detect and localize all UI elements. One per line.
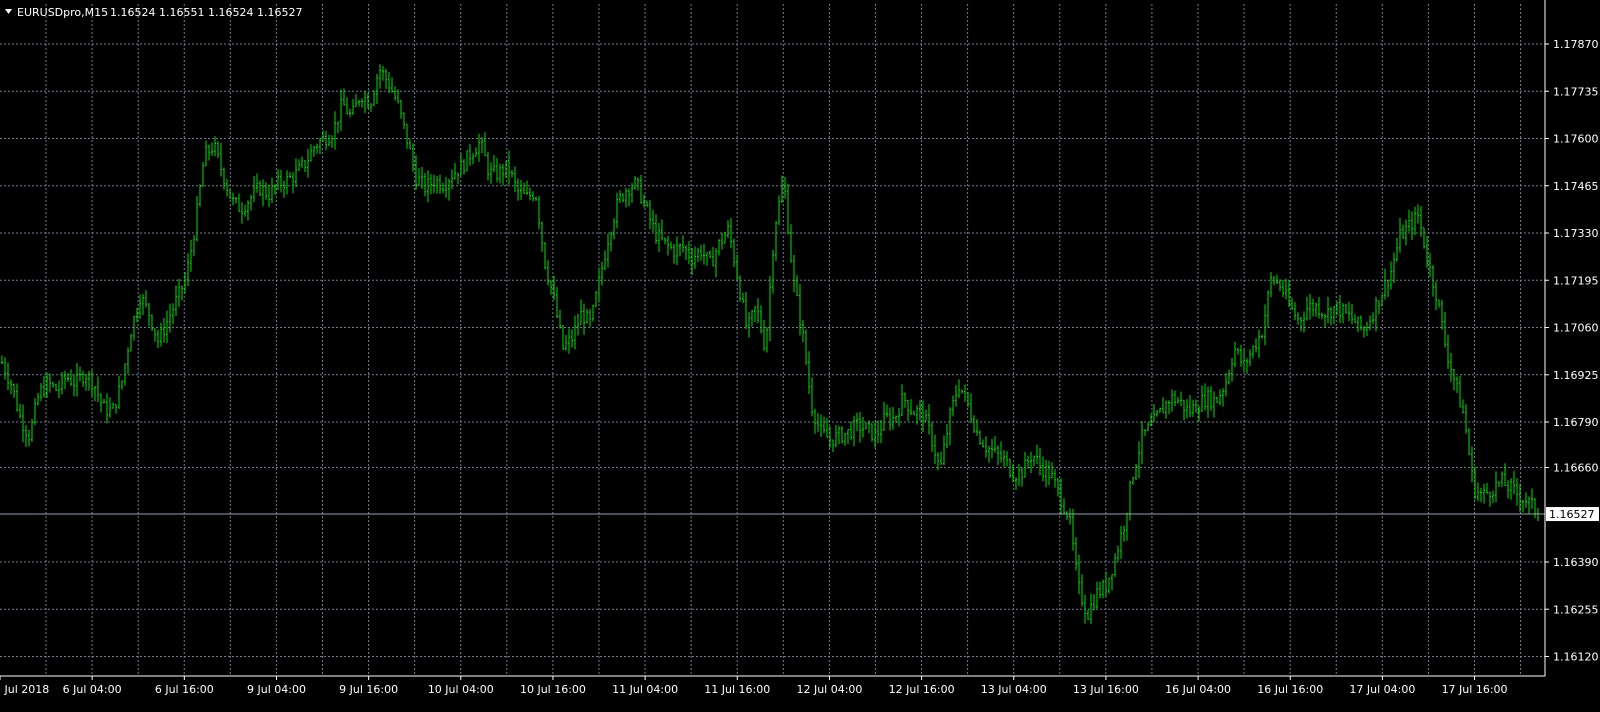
price-chart[interactable]: 1.17870 1.17735 1.17600 1.17465 1.17330 1.171…: [0, 0, 1600, 712]
time-tick-label: 6 Jul 04:00: [63, 683, 122, 696]
current-price-tag-label: 1.16527: [1549, 508, 1595, 521]
time-tick-label: 13 Jul 04:00: [981, 683, 1047, 696]
time-tick-label: 6 Jul 16:00: [155, 683, 214, 696]
price-tick-label: 1.16660: [1553, 462, 1599, 475]
time-tick-label: 12 Jul 04:00: [796, 683, 862, 696]
current-price-tag: 1.16527: [1546, 507, 1599, 522]
time-tick-label: 9 Jul 16:00: [339, 683, 398, 696]
time-tick-label: 11 Jul 16:00: [704, 683, 770, 696]
price-tick-label: 1.17330: [1553, 227, 1599, 240]
chart-header: EURUSDpro,M15 1.16524 1.16551 1.16524 1.…: [5, 6, 302, 19]
time-tick-label: 17 Jul 04:00: [1349, 683, 1415, 696]
price-tick-label: 1.17060: [1553, 322, 1599, 335]
time-tick-label: 16 Jul 04:00: [1165, 683, 1231, 696]
price-tick-label: 1.17735: [1553, 85, 1599, 98]
time-tick-label: 9 Jul 04:00: [247, 683, 306, 696]
chart-background: [0, 0, 1600, 712]
price-tick-label: 1.16255: [1553, 603, 1599, 616]
time-tick-label: 10 Jul 04:00: [428, 683, 494, 696]
time-tick-label: 5 Jul 2018: [0, 683, 49, 696]
time-tick-label: 16 Jul 16:00: [1257, 683, 1323, 696]
price-tick-label: 1.17600: [1553, 133, 1599, 146]
price-tick-label: 1.17465: [1553, 180, 1599, 193]
time-tick-label: 17 Jul 16:00: [1442, 683, 1508, 696]
price-tick-label: 1.17195: [1553, 274, 1599, 287]
time-tick-label: 10 Jul 16:00: [520, 683, 586, 696]
time-tick-label: 12 Jul 16:00: [889, 683, 955, 696]
time-tick-label: 13 Jul 16:00: [1073, 683, 1139, 696]
chart-ohlc-values: 1.16524 1.16551 1.16524 1.16527: [110, 6, 302, 19]
price-tick-label: 1.16790: [1553, 416, 1599, 429]
price-tick-label: 1.16390: [1553, 556, 1599, 569]
price-tick-label: 1.16925: [1553, 369, 1599, 382]
price-tick-label: 1.17870: [1553, 38, 1599, 51]
price-tick-label: 1.16120: [1553, 651, 1599, 664]
time-tick-label: 11 Jul 04:00: [612, 683, 678, 696]
chart-symbol: EURUSDpro,M15: [17, 6, 108, 19]
